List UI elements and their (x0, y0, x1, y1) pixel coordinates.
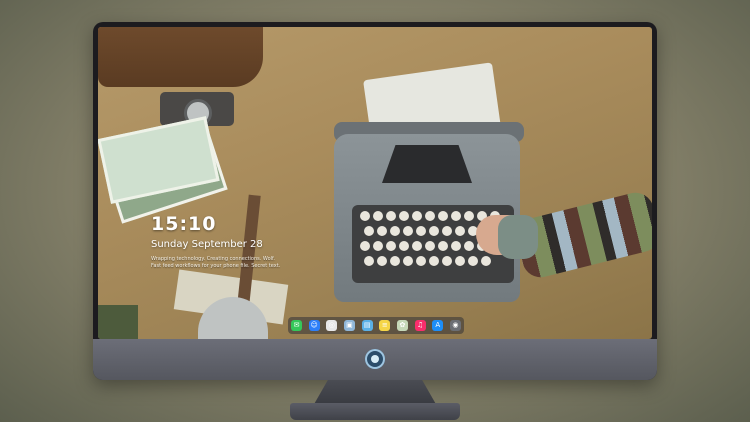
typewriter-key-row (364, 256, 491, 266)
wallpaper-bag (98, 27, 263, 87)
wallpaper-grass (98, 305, 138, 339)
notes-icon[interactable]: ≡ (379, 320, 391, 331)
safari-icon[interactable]: ◎ (326, 320, 338, 331)
typewriter-key-row (360, 211, 500, 221)
finder-icon[interactable]: ☺ (308, 320, 320, 331)
lockscreen-notification[interactable]: Wrapping technology. Creating connection… (151, 256, 280, 270)
dock: ✉ ☺ ◎ ▣ ▤ ≡ ✿ ♫ A ◉ (288, 317, 464, 334)
monitor-stand-base (290, 403, 460, 420)
music-icon[interactable]: ♫ (414, 320, 426, 331)
notification-line: Fast feed workflows for your phone file.… (151, 263, 281, 269)
lockscreen-clock: 15:10 (151, 213, 217, 235)
messages-icon[interactable]: ✉ (291, 320, 302, 331)
typewriter-ribbon (382, 145, 472, 183)
claquette-icon[interactable]: ▤ (361, 320, 373, 331)
screenshot-icon[interactable]: ◉ (449, 320, 461, 331)
lockscreen-date: Sunday September 28 (151, 239, 263, 250)
desktop-screen: 15:10 Sunday September 28 Wrapping techn… (98, 27, 652, 339)
notification-line: Wrapping technology. Creating connection… (151, 256, 276, 262)
wallpaper-glove (498, 215, 538, 259)
preview-icon[interactable]: ▣ (343, 320, 355, 331)
photos-icon[interactable]: ✿ (396, 320, 408, 331)
monitor-logo-center (371, 355, 379, 363)
appstore-icon[interactable]: A (432, 320, 444, 331)
